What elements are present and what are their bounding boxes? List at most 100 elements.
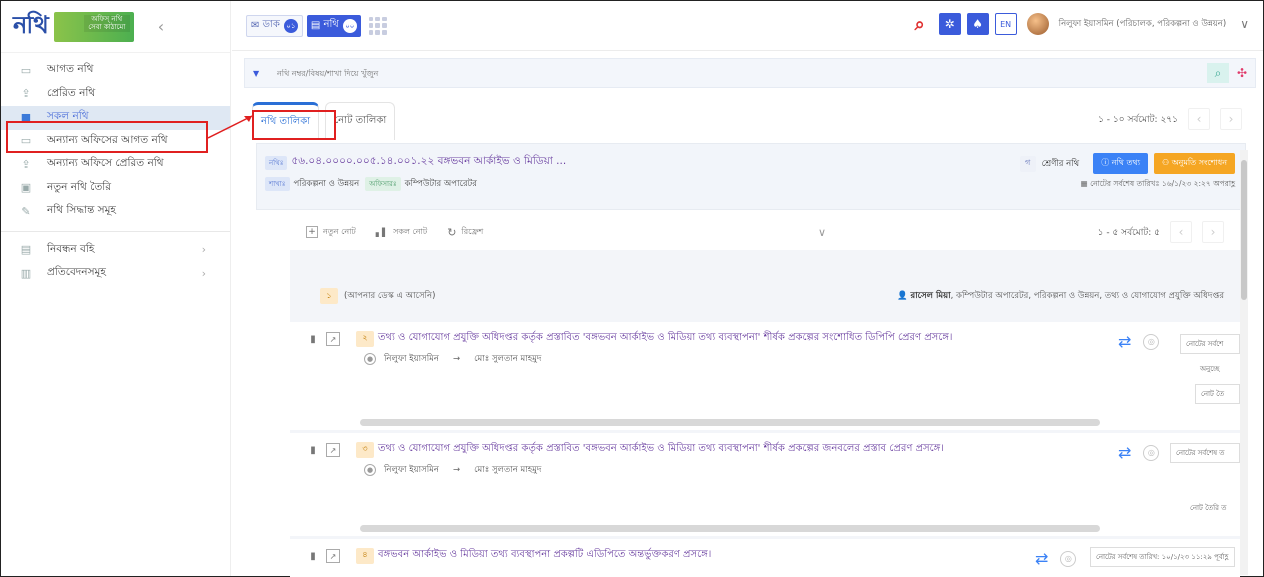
annotation-arrow: [208, 115, 253, 139]
next-page-icon[interactable]: ›: [1220, 108, 1242, 130]
horizontal-scrollbar[interactable]: [360, 419, 1100, 426]
view-icon[interactable]: ◎: [1143, 333, 1160, 350]
note-actions: ⇄ ◎: [1035, 549, 1077, 568]
branch-tag: শাখাঃ: [265, 177, 290, 191]
prev-page-icon[interactable]: ‹: [1170, 221, 1192, 243]
note-card[interactable]: ▮ ↗ ৪ বঙ্গভবন আর্কাইভ ও মিডিয়া তথ্য ব্যব…: [290, 539, 1240, 577]
outbox-icon: ⇪: [21, 157, 31, 171]
file-title[interactable]: ৫৬.০৪.০০০০.০০৫.১৪.০০১.২২ বঙ্গভবন আর্কাইভ…: [291, 154, 566, 171]
search-icon[interactable]: ⌕: [915, 14, 925, 35]
logo-badge: অফিস্ নথি সেবা কাঠামো: [53, 11, 134, 42]
file-info-button[interactable]: ⓘ নথি তথ্য: [1093, 153, 1149, 174]
all-notes-button[interactable]: ▖▌ সকল নোট: [376, 226, 427, 239]
new-note-button[interactable]: + নতুন নোট: [306, 226, 356, 239]
expand-icon[interactable]: ↗: [326, 443, 340, 457]
calendar-icon: ▦: [1080, 179, 1091, 188]
swap-icon[interactable]: ⇄: [1118, 443, 1131, 462]
note-actions: ⇄ ◎: [1118, 332, 1160, 351]
refresh-button[interactable]: ↻ রিফ্রেশ: [447, 226, 483, 239]
note-last-date-button[interactable]: নোটের সর্বশেষ তারিখ: ১০/১/২৩ ১১:২৯ পূর্ব…: [1090, 547, 1235, 567]
chevron-right-icon: ›: [201, 267, 206, 280]
document-icon[interactable]: ▮: [306, 549, 320, 563]
note-flow: ● নিলুফা ইয়াসমিন → মোঃ সুলতান মাহমুদ: [364, 463, 541, 477]
note-card[interactable]: ▮ ↗ ৩ তথ্য ও যোগাযোগ প্রযুক্তি অধিদপ্তর ক…: [290, 433, 1240, 536]
user-name[interactable]: নিলুফা ইয়াসমিন (পরিচালক, পরিকল্পনা ও উন…: [1059, 17, 1227, 31]
document-icon[interactable]: ▮: [306, 332, 320, 346]
swap-icon[interactable]: ⇄: [1118, 332, 1131, 351]
logo-row: নথি অফিস্ নথি সেবা কাঠামো ‹: [1, 1, 230, 53]
pager-top: ১ - ১০ সর্বমোট: ২৭১ ‹ ›: [1098, 108, 1242, 130]
apps-grid-icon[interactable]: [368, 16, 387, 35]
note-actions: ⇄ ◎: [1118, 443, 1160, 462]
search-bar: ▼ ⌕ ✣: [244, 58, 1256, 88]
sidebar-nav: ▭ আগত নথি ⇪ প্রেরিত নথি ■ সকল নথি ▭ অন্যান্য…: [1, 53, 230, 286]
language-toggle[interactable]: EN: [994, 13, 1017, 35]
document-icon[interactable]: ▮: [306, 443, 320, 457]
sidebar-item-other-office-sent[interactable]: ⇪ অন্যান্য অফিসে প্রেরিত নথি: [1, 153, 230, 177]
user-icon: 👤: [897, 291, 911, 301]
dak-tab[interactable]: ✉ ডাক ০১: [246, 14, 303, 37]
sidebar-item-reports[interactable]: ▥ প্রতিবেদনসমূহ ›: [1, 262, 230, 286]
sidebar-item-incoming[interactable]: ▭ আগত নথি: [1, 59, 230, 83]
sidebar-item-new-file[interactable]: ▣ নতুন নথি তৈরি: [1, 177, 230, 201]
note-icons: ▮ ↗: [306, 443, 340, 457]
note-owner-row: ১ (আপনার ডেস্ক এ আসেনি) 👤 রাসেল মিয়া, ক…: [320, 283, 1230, 309]
scrollbar-thumb[interactable]: [1241, 160, 1247, 300]
sidebar-collapse-icon[interactable]: ‹: [158, 17, 164, 36]
notification-bell-icon[interactable]: ♠: [966, 13, 989, 35]
expand-icon[interactable]: ↗: [326, 332, 340, 346]
topbar: ✉ ডাক ০১ ▤ নথি ০০ ⌕ ✲ ♠ EN নিলুফা ইয়াসম…: [232, 1, 1263, 51]
note-last-date-button[interactable]: নোটের সর্বশেষ ত: [1170, 443, 1240, 463]
refresh-icon: ↻: [447, 225, 457, 239]
note-flow: ● নিলুফা ইয়াসমিন → মোঃ সুলতান মাহমুদ: [364, 352, 541, 366]
next-page-icon[interactable]: ›: [1202, 221, 1224, 243]
arrow-right-icon: →: [452, 465, 461, 475]
sidebar-item-sent[interactable]: ⇪ প্রেরিত নথি: [1, 83, 230, 107]
search-input[interactable]: [277, 68, 1077, 78]
note-create-button[interactable]: নোট তৈ: [1195, 384, 1240, 404]
note-card[interactable]: ▮ ↗ ২ তথ্য ও যোগাযোগ প্রযুক্তি অধিদপ্তর ক…: [290, 322, 1240, 430]
vertical-scrollbar[interactable]: [1240, 150, 1248, 575]
pager-text: ১ - ১০ সর্বমোট: ২৭১: [1098, 114, 1178, 125]
reset-icon[interactable]: ✣: [1231, 63, 1253, 83]
expand-icon[interactable]: ↗: [326, 549, 340, 563]
user-circle-icon: ●: [364, 464, 376, 476]
report-icon: ▥: [20, 266, 32, 280]
prev-page-icon[interactable]: ‹: [1188, 108, 1210, 130]
horizontal-scrollbar[interactable]: [360, 525, 1100, 532]
app-logo: নথি: [13, 9, 49, 39]
caret-down-icon[interactable]: ▼: [253, 69, 265, 78]
desk-status: (আপনার ডেস্ক এ আসেনি): [344, 291, 436, 301]
note-title[interactable]: ৩ তথ্য ও যোগাযোগ প্রযুক্তি অধিদপ্তর কর্তৃ…: [356, 441, 1116, 458]
avatar[interactable]: [1026, 13, 1049, 35]
chevron-down-icon[interactable]: ∨: [1240, 17, 1249, 31]
inbox-icon: ▭: [20, 63, 32, 77]
officer-tag: অফিসারঃ: [365, 177, 401, 191]
note-create-button[interactable]: নোট তৈরি ত: [1185, 499, 1240, 517]
note-last-date-button[interactable]: নোটের সর্বশে: [1180, 334, 1240, 354]
paragraph-button[interactable]: অনুচ্ছে: [1195, 360, 1240, 378]
outbox-icon: ⇪: [21, 87, 31, 101]
swap-icon[interactable]: ⇄: [1035, 549, 1048, 568]
highlight-box-file-list: [252, 110, 336, 140]
file-tag: নথিঃ: [265, 155, 288, 170]
sidebar-item-register[interactable]: ▤ নিবন্ধন বহি ›: [1, 239, 230, 263]
arrow-right-icon: →: [452, 354, 461, 364]
nothi-tab[interactable]: ▤ নথি ০০: [306, 14, 361, 37]
chevron-down-icon[interactable]: ∨: [818, 226, 826, 239]
view-icon[interactable]: ◎: [1143, 444, 1160, 461]
search-button-icon[interactable]: ⌕: [1207, 63, 1229, 83]
dak-count-badge: ০১: [283, 18, 298, 33]
branch-name: পরিকল্পনা ও উন্নয়ন: [293, 179, 360, 189]
note-title[interactable]: ২ তথ্য ও যোগাযোগ প্রযুক্তি অধিদপ্তর কর্তৃ…: [356, 330, 1116, 347]
sidebar: নথি অফিস্ নথি সেবা কাঠামো ‹ ▭ আগত নথি ⇪ প্…: [1, 1, 231, 576]
sidebar-item-decisions[interactable]: ✎ নথি সিদ্ধান্ত সমূহ: [1, 200, 230, 224]
officer-name: কম্পিউটার অপারেটর: [404, 179, 477, 189]
note-title[interactable]: ৪ বঙ্গভবন আর্কাইভ ও মিডিয়া তথ্য ব্যবস্থা…: [356, 547, 1116, 564]
class-label: শ্রেণীর নথি: [1041, 158, 1080, 169]
settings-gear-icon[interactable]: ✲: [938, 13, 961, 35]
sidebar-divider: [1, 230, 230, 232]
register-icon: ▤: [20, 243, 32, 257]
view-icon[interactable]: ◎: [1060, 550, 1077, 567]
permission-edit-button[interactable]: ⚇ অনুমতি সংশোধন: [1154, 153, 1235, 174]
